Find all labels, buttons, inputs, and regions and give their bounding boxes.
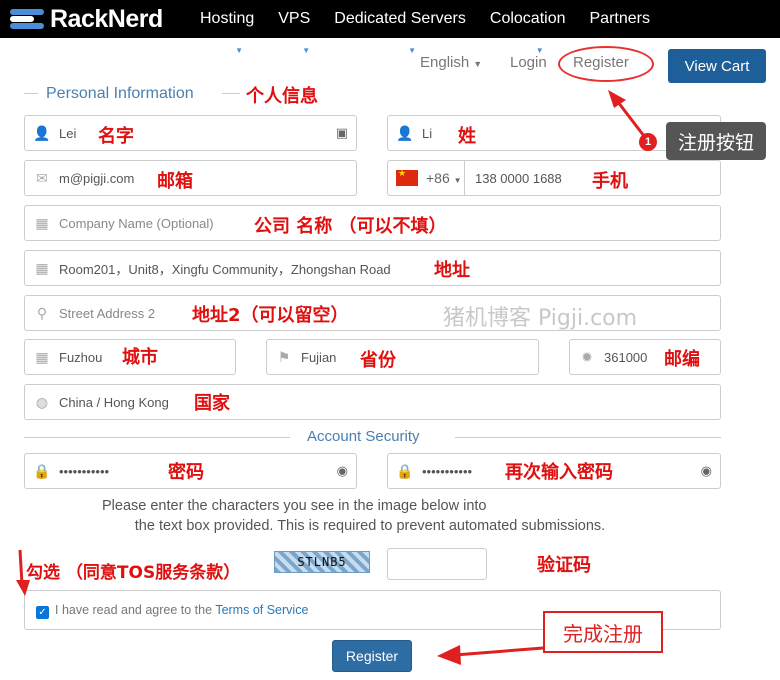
user-icon: 👤	[396, 124, 414, 141]
language-selector[interactable]: English ▼	[420, 54, 482, 71]
section-personal-title: Personal Information	[46, 85, 194, 102]
annotation-address2: 地址2（可以留空）	[192, 305, 349, 326]
phone-code-value: +86	[426, 170, 450, 186]
divider	[455, 437, 721, 438]
phone-value: 138 0000 1688	[475, 170, 562, 186]
main-nav: Hosting ▼ VPS ▼ Dedicated Servers ▼ Colocat…	[200, 0, 674, 55]
user-icon: 👤	[33, 124, 51, 141]
login-link[interactable]: Login	[510, 54, 547, 71]
top-navbar: RackNerd Hosting ▼ VPS ▼ Dedicated Servers…	[0, 0, 780, 55]
account-bar: English ▼ Login Register	[0, 48, 780, 84]
brand-name: RackNerd	[50, 4, 163, 33]
postcode-value: 361000	[604, 349, 648, 365]
caret-down-icon: ▼	[473, 59, 483, 69]
captcha-input[interactable]	[387, 548, 487, 580]
arrow-tos	[18, 549, 24, 585]
annotation-first-name: 名字	[98, 126, 134, 147]
captcha-image: STLNB5	[274, 551, 370, 573]
last-name-value: Li	[422, 125, 433, 141]
annotation-company: 公司 名称 （可以不填）	[254, 216, 447, 237]
annotation-phone: 手机	[592, 171, 628, 192]
annotation-password: 密码	[168, 462, 204, 483]
state-value: Fujian	[301, 349, 337, 365]
captcha-info-line1: Please enter the characters you see in t…	[102, 498, 487, 514]
address1-value: Room201，Unit8，Xingfu Community，Zhongshan…	[59, 261, 391, 277]
id-card-icon: ▣	[335, 125, 348, 140]
country-select[interactable]: ◍ China / Hong Kong	[24, 384, 721, 420]
brand-logo[interactable]: RackNerd	[10, 5, 163, 33]
state-field[interactable]: ⚑ Fujian	[266, 339, 539, 375]
company-placeholder: Company Name (Optional)	[59, 215, 214, 231]
lock-icon: 🔒	[33, 462, 51, 479]
annotation-address1: 地址	[434, 260, 470, 281]
nav-partners[interactable]: Partners	[590, 10, 650, 27]
phone-field[interactable]: +86 ▼ 138 0000 1688	[387, 160, 721, 196]
annotation-personal: 个人信息	[246, 86, 318, 107]
tos-checkbox[interactable]: ✓	[36, 606, 49, 619]
building-icon: ▦	[35, 259, 49, 276]
nav-hosting[interactable]: Hosting	[200, 10, 254, 27]
building-icon: ▦	[35, 214, 49, 231]
china-flag-icon	[396, 168, 418, 186]
certificate-icon: ✹	[581, 348, 593, 365]
globe-icon: ◍	[35, 393, 49, 410]
password-confirm-value: •••••••••••	[422, 463, 473, 479]
language-label: English	[420, 54, 470, 71]
register-submit-button[interactable]: Register	[332, 640, 412, 672]
nav-colocation[interactable]: Colocation	[490, 10, 566, 27]
annotation-tos: 勾选 （同意TOS服务条款）	[26, 563, 241, 583]
password-value: •••••••••••	[59, 463, 110, 479]
annotation-state: 省份	[360, 350, 396, 371]
annotation-postcode: 邮编	[664, 349, 700, 370]
captcha-code: STLNB5	[297, 555, 347, 569]
first-name-value: Lei	[59, 125, 77, 141]
city-value: Fuzhou	[59, 349, 103, 365]
nav-dedicated-servers[interactable]: Dedicated Servers	[334, 10, 466, 27]
signpost-icon: ⚑	[277, 348, 291, 365]
arrow-submit	[454, 646, 544, 657]
divider	[24, 437, 290, 438]
address2-placeholder: Street Address 2	[59, 305, 156, 321]
captcha-info-line2: the text box provided. This is required …	[134, 518, 606, 534]
map-marker-icon: ⚲	[36, 304, 48, 321]
annotation-city: 城市	[122, 347, 158, 368]
building-icon: ▦	[35, 348, 49, 365]
annotation-last-name: 姓	[458, 126, 476, 147]
envelope-icon: ✉	[36, 169, 48, 186]
first-name-field[interactable]: 👤 Lei ▣	[24, 115, 357, 151]
phone-country-code[interactable]: +86 ▼	[426, 170, 464, 186]
racknerd-logo-icon	[10, 7, 44, 31]
tos-text: I have read and agree to the	[55, 603, 216, 617]
divider	[464, 160, 465, 196]
email-value: m@pigji.com	[59, 170, 135, 186]
view-cart-button[interactable]: View Cart	[668, 49, 766, 83]
register-callout: 注册按钮	[666, 122, 766, 160]
annotation-email: 邮箱	[157, 171, 193, 192]
annotation-country: 国家	[194, 393, 230, 414]
section-security-title: Account Security	[307, 428, 420, 445]
register-highlight-circle	[558, 46, 654, 82]
address1-field[interactable]: ▦ Room201，Unit8，Xingfu Community，Zhongsh…	[24, 250, 721, 286]
arrowhead-submit	[437, 645, 461, 665]
eye-icon[interactable]: ◉	[337, 463, 348, 479]
arrowhead-register	[608, 90, 626, 108]
country-value: China / Hong Kong	[59, 394, 169, 410]
annotation-captcha: 验证码	[537, 555, 591, 576]
eye-icon[interactable]: ◉	[701, 463, 712, 479]
annotation-password-confirm: 再次输入密码	[505, 462, 613, 483]
nav-vps[interactable]: VPS	[278, 10, 310, 27]
tos-link[interactable]: Terms of Service	[215, 603, 308, 617]
tos-label[interactable]: I have read and agree to the Terms of Se…	[55, 603, 308, 617]
complete-callout: 完成注册	[543, 611, 663, 653]
step-badge: 1	[639, 133, 657, 151]
caret-down-icon: ▼	[453, 176, 462, 185]
divider	[222, 93, 240, 94]
watermark-text: 猪机博客 Pigji.com	[443, 306, 638, 331]
divider	[24, 93, 38, 94]
lock-icon: 🔒	[396, 462, 414, 479]
